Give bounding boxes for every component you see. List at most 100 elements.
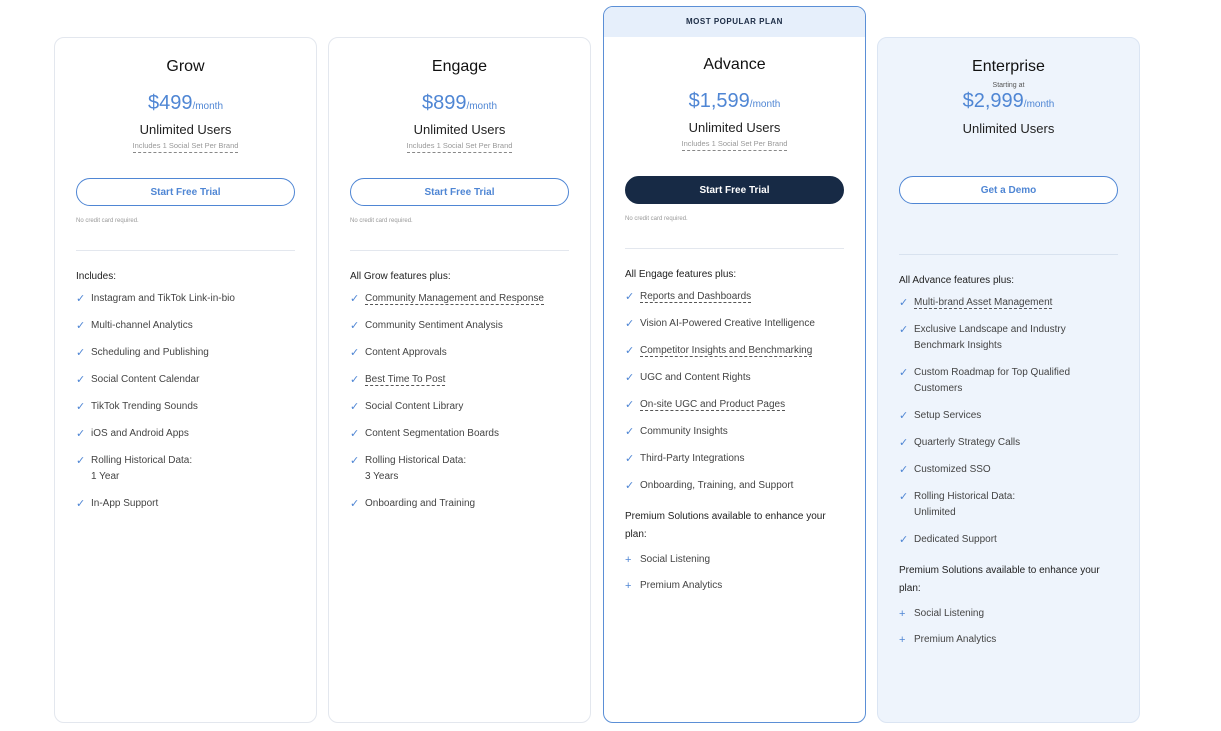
feature-item: ✓ Competitor Insights and Benchmarking (625, 343, 844, 359)
features-heading: All Engage features plus: (625, 269, 737, 280)
start-trial-button[interactable]: Start Free Trial (625, 176, 844, 204)
price-period: /month (192, 101, 224, 112)
feature-text: UGC and Content Rights (640, 372, 751, 383)
feature-text: TikTok Trending Sounds (91, 401, 198, 412)
addon-item: + Social Listening (899, 606, 1118, 622)
check-icon: ✓ (76, 498, 86, 510)
features-heading: All Advance features plus: (899, 275, 1015, 286)
check-icon: ✓ (899, 410, 909, 422)
social-set-note[interactable]: Includes 1 Social Set Per Brand (132, 141, 239, 153)
feature-item: ✓ TikTok Trending Sounds (76, 399, 295, 415)
addon-item: + Premium Analytics (899, 632, 1118, 648)
plus-icon: + (625, 554, 632, 566)
plan-card-enterprise: Enterprise Starting at $2,999/month Unli… (877, 37, 1140, 723)
plan-name: Grow (166, 58, 205, 75)
feature-item: ✓ Rolling Historical Data: 3 Years (350, 453, 569, 485)
check-icon: ✓ (350, 401, 360, 413)
feature-text: Content Approvals (365, 347, 447, 358)
divider (899, 254, 1118, 255)
addon-text: Premium Analytics (640, 580, 723, 591)
feature-item: ✓ Community Insights (625, 424, 844, 440)
feature-item: ✓ Reports and Dashboards (625, 289, 844, 305)
check-icon: ✓ (350, 498, 360, 510)
addon-text: Social Listening (914, 608, 985, 619)
divider (350, 250, 569, 251)
addon-item: + Social Listening (625, 552, 844, 568)
social-set-note[interactable]: Includes 1 Social Set Per Brand (681, 139, 788, 151)
check-icon: ✓ (899, 491, 909, 503)
feature-item: ✓ Custom Roadmap for Top Qualified Custome… (899, 365, 1118, 397)
check-icon: ✓ (899, 534, 909, 546)
check-icon: ✓ (350, 374, 360, 386)
feature-item: ✓ Rolling Historical Data: 1 Year (76, 453, 295, 485)
plan-price: $899/month (350, 92, 569, 116)
feature-text[interactable]: Best Time To Post (365, 374, 446, 386)
check-icon: ✓ (76, 374, 86, 386)
feature-text: Social Content Library (365, 401, 464, 412)
get-demo-button[interactable]: Get a Demo (899, 176, 1118, 204)
check-icon: ✓ (350, 293, 360, 305)
check-icon: ✓ (899, 464, 909, 476)
feature-item: ✓ Onboarding, Training, and Support (625, 478, 844, 494)
plus-icon: + (899, 608, 906, 620)
check-icon: ✓ (350, 347, 360, 359)
social-set-note[interactable]: Includes 1 Social Set Per Brand (406, 141, 513, 153)
feature-text[interactable]: Multi-brand Asset Management (914, 297, 1053, 309)
feature-list: ✓ Reports and Dashboards ✓ Vision AI-Powere… (625, 289, 844, 494)
feature-item: ✓ Community Sentiment Analysis (350, 318, 569, 334)
plan-card-engage: Engage $899/month Unlimited Users Includ… (328, 37, 591, 723)
check-icon: ✓ (625, 345, 635, 357)
starting-at: Starting at (992, 82, 1025, 89)
start-trial-button[interactable]: Start Free Trial (76, 178, 295, 206)
price-amount: $2,999 (962, 90, 1024, 112)
feature-item: ✓ Rolling Historical Data: Unlimited (899, 489, 1118, 521)
check-icon: ✓ (76, 455, 86, 467)
feature-subtext: Unlimited (914, 507, 956, 518)
check-icon: ✓ (76, 347, 86, 359)
check-icon: ✓ (76, 293, 86, 305)
check-icon: ✓ (76, 320, 86, 332)
check-icon: ✓ (899, 437, 909, 449)
feature-item: ✓ Onboarding and Training (350, 496, 569, 512)
check-icon: ✓ (899, 297, 909, 309)
start-trial-button[interactable]: Start Free Trial (350, 178, 569, 206)
feature-text: Rolling Historical Data: (365, 455, 467, 466)
feature-item: ✓ Best Time To Post (350, 372, 569, 388)
feature-item: ✓ Multi-channel Analytics (76, 318, 295, 334)
divider (76, 250, 295, 251)
feature-item: ✓ Dedicated Support (899, 532, 1118, 548)
plus-icon: + (899, 634, 906, 646)
check-icon: ✓ (350, 320, 360, 332)
feature-text[interactable]: Competitor Insights and Benchmarking (640, 345, 813, 357)
check-icon: ✓ (76, 428, 86, 440)
plan-price: $1,599/month (625, 90, 844, 114)
price-period: /month (466, 101, 498, 112)
plan-name: Engage (431, 58, 488, 75)
feature-text: Vision AI-Powered Creative Intelligence (640, 318, 815, 329)
feature-text: Exclusive Landscape and Industry (914, 324, 1066, 335)
feature-text[interactable]: Reports and Dashboards (640, 291, 752, 303)
feature-item: ✓ On-site UGC and Product Pages (625, 397, 844, 413)
feature-item: ✓ Quarterly Strategy Calls (899, 435, 1118, 451)
feature-text: Instagram and TikTok Link-in-bio (91, 293, 235, 304)
users-label: Unlimited Users (688, 120, 781, 135)
no-credit-card-note: No credit card required. (625, 216, 688, 222)
check-icon: ✓ (625, 372, 635, 384)
feature-text: Third-Party Integrations (640, 453, 745, 464)
plan-price: $499/month (76, 92, 295, 116)
feature-text: Multi-channel Analytics (91, 320, 193, 331)
plan-card-advance: MOST POPULAR PLAN Advance $1,599/month U… (603, 6, 866, 723)
addon-text: Social Listening (640, 554, 711, 565)
check-icon: ✓ (899, 324, 909, 336)
feature-text: Community Insights (640, 426, 728, 437)
price-amount: $499 (147, 92, 193, 114)
feature-text[interactable]: Community Management and Response (365, 293, 544, 305)
feature-text: Onboarding and Training (365, 498, 476, 509)
feature-text[interactable]: On-site UGC and Product Pages (640, 399, 786, 411)
feature-list: ✓ Instagram and TikTok Link-in-bio ✓ Multi-… (76, 291, 295, 512)
addon-text: Premium Analytics (914, 634, 997, 645)
feature-item: ✓ Multi-brand Asset Management (899, 295, 1118, 311)
feature-item: ✓ In-App Support (76, 496, 295, 512)
feature-item: ✓ Vision AI-Powered Creative Intelligence (625, 316, 844, 332)
feature-text: Rolling Historical Data: (91, 455, 193, 466)
